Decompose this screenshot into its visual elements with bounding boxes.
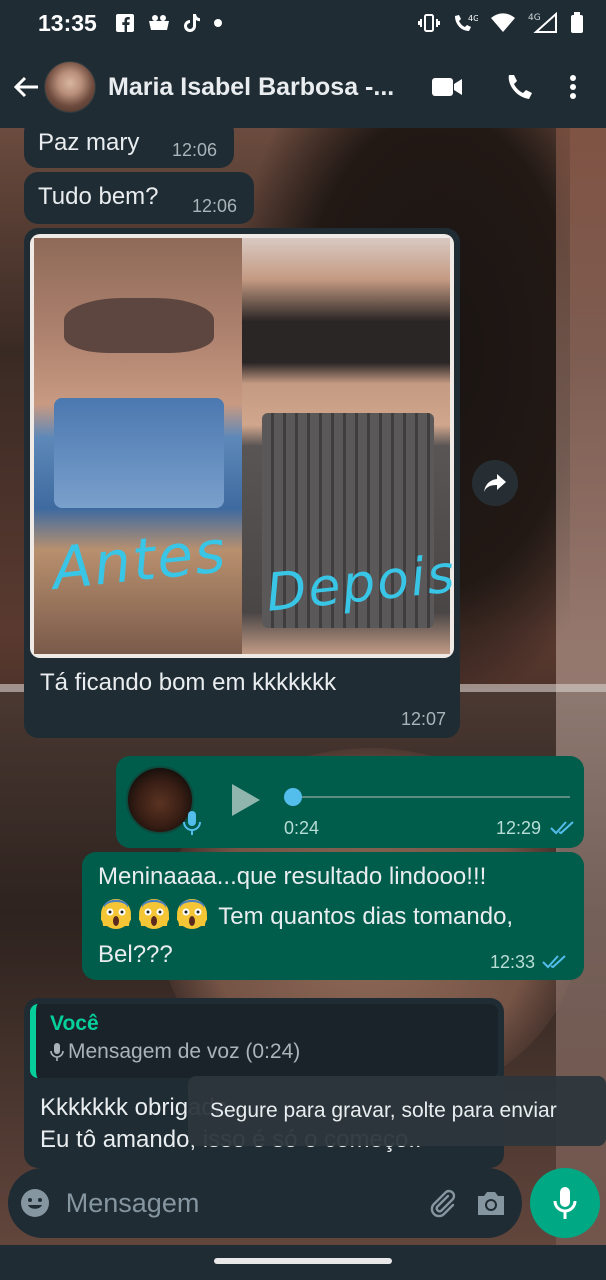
voice-duration: 0:24	[284, 818, 320, 838]
message-time: 12:29	[496, 818, 542, 838]
video-call-button[interactable]	[422, 62, 472, 112]
camera-button[interactable]	[466, 1173, 516, 1233]
phone-icon	[508, 75, 532, 99]
photo-detail	[64, 298, 214, 353]
screaming-face-emoji-icon	[176, 899, 208, 929]
incoming-image-message[interactable]: Antes Depois Tá ficando bom em kkkkkkk 1…	[24, 228, 460, 738]
emoji-button[interactable]	[10, 1173, 60, 1233]
message-text-line: Meninaaaa...que resultado lindooo!!!	[98, 863, 487, 890]
tooltip-text: Segure para gravar, solte para enviar	[210, 1099, 557, 1122]
network-4g-label-1: 4G	[468, 14, 478, 23]
play-icon[interactable]	[228, 782, 262, 818]
contact-name[interactable]: Maria Isabel Barbosa -...	[108, 73, 408, 102]
message-input[interactable]	[59, 1187, 420, 1219]
message-composer	[8, 1168, 522, 1238]
screaming-face-emoji-icon	[138, 899, 170, 929]
voice-record-button[interactable]	[530, 1168, 600, 1238]
status-bar: 13:35 4G 4G	[0, 0, 606, 46]
quoted-author: Você	[50, 1012, 99, 1035]
dot-icon	[213, 12, 223, 34]
before-after-photo[interactable]: Antes Depois	[30, 234, 454, 658]
quoted-message[interactable]: Você Mensagem de voz (0:24)	[30, 1004, 498, 1078]
screaming-face-emoji-icon	[100, 899, 132, 929]
chat-header: Maria Isabel Barbosa -...	[0, 46, 606, 128]
arrow-left-icon	[13, 76, 38, 98]
incoming-message[interactable]: Paz mary 12:06	[24, 118, 234, 168]
voice-call-button[interactable]	[494, 62, 544, 112]
message-text-after-emoji: Tem quantos dias tomando,	[218, 903, 514, 930]
message-text: Tá ficando bom em kkkkkkk	[40, 669, 337, 696]
message-time: 12:07	[400, 709, 446, 729]
more-options-button[interactable]	[558, 62, 588, 112]
message-text: Tudo bem?	[38, 183, 159, 210]
message-time: 12:06	[192, 196, 238, 216]
signal-icon: 4G	[528, 12, 558, 34]
camera-icon	[478, 1192, 505, 1215]
forward-arrow-icon	[484, 474, 506, 492]
message-time: 12:06	[172, 140, 218, 160]
quoted-text: Mensagem de voz (0:24)	[68, 1040, 301, 1063]
photo-detail	[54, 398, 224, 508]
facebook-icon	[115, 12, 135, 34]
vibrate-icon	[418, 12, 440, 34]
contact-avatar[interactable]	[44, 61, 96, 113]
double-check-icon	[542, 955, 566, 969]
attach-button[interactable]	[420, 1173, 466, 1233]
voice-progress-handle[interactable]	[284, 788, 302, 806]
wifi-icon	[490, 12, 516, 34]
battery-icon	[570, 12, 584, 34]
voice-waveform-track[interactable]	[292, 796, 570, 798]
home-gesture-handle[interactable]	[214, 1258, 392, 1264]
tinder-icon	[147, 12, 171, 34]
status-time: 13:35	[38, 9, 97, 36]
kebab-menu-icon	[570, 75, 576, 99]
record-hint-tooltip: Segure para gravar, solte para enviar	[188, 1076, 606, 1146]
back-button[interactable]	[6, 57, 46, 117]
wifi-call-icon: 4G	[452, 12, 478, 34]
message-text: Paz mary	[38, 129, 140, 156]
quoted-text-row: Mensagem de voz (0:24)	[50, 1040, 484, 1064]
outgoing-message[interactable]: Meninaaaa...que resultado lindooo!!! Tem…	[82, 852, 584, 980]
emoji-smiley-icon	[20, 1189, 49, 1217]
microphone-icon	[553, 1187, 577, 1219]
outgoing-voice-message[interactable]: 0:24 12:29	[116, 756, 584, 848]
paperclip-icon	[430, 1189, 456, 1218]
message-text-line: Tem quantos dias tomando,	[98, 896, 568, 936]
forward-button[interactable]	[472, 460, 518, 506]
microphone-icon	[50, 1043, 64, 1061]
network-4g-label-2: 4G	[528, 13, 541, 23]
message-time: 12:33	[490, 952, 536, 972]
video-camera-icon	[432, 78, 462, 96]
microphone-icon	[183, 811, 201, 835]
tiktok-icon	[183, 12, 201, 34]
double-check-icon	[550, 821, 574, 835]
incoming-message[interactable]: Tudo bem? 12:06	[24, 172, 254, 224]
